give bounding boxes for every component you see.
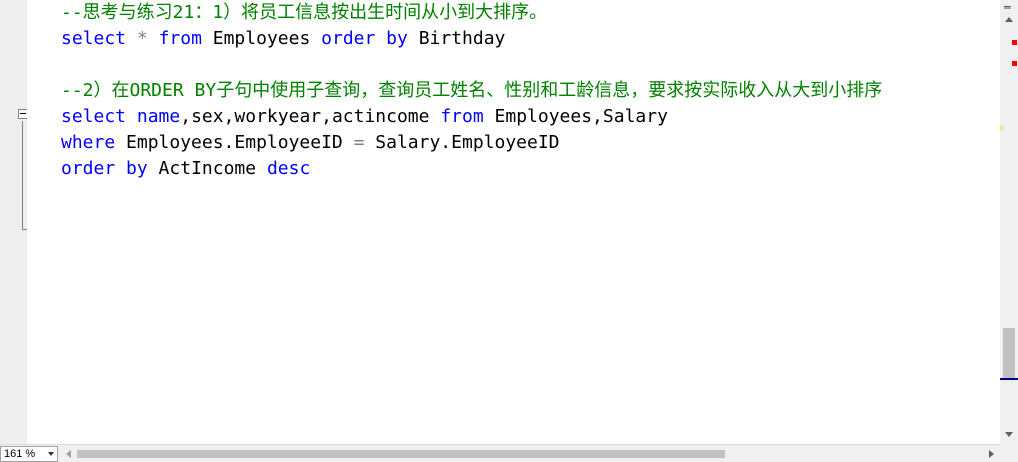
horizontal-scroll-thumb[interactable] [77,450,725,458]
text-token: Salary.EmployeeID [364,132,560,153]
keyword-token: select [61,106,127,127]
keyword-token: name [136,106,181,127]
keyword-token: by [126,158,148,179]
keyword-token: order [321,28,376,49]
text-token: Employees.EmployeeID [115,132,354,153]
operator-token: = [353,132,365,153]
scroll-up-icon[interactable] [1005,17,1013,22]
code-line[interactable]: order by ActIncome desc [61,156,310,182]
scrollbar-corner [1000,444,1018,462]
scroll-down-icon[interactable] [1005,432,1013,437]
code-line[interactable]: select name,sex,workyear,actincome from … [61,104,668,130]
scroll-left-icon[interactable] [66,450,71,458]
vertical-scroll-thumb[interactable] [1003,328,1015,378]
code-line[interactable]: where Employees.EmployeeID = Salary.Empl… [61,130,560,156]
error-marker[interactable] [1012,40,1017,45]
zoom-value: 161 % [4,448,36,460]
error-marker[interactable] [1012,61,1017,66]
text-token: ActIncome [147,158,267,179]
keyword-token: from [158,28,202,49]
change-marker [1000,126,1003,130]
keyword-token: where [61,132,116,153]
code-line[interactable]: --思考与练习21：1）将员工信息按出生时间从小到大排序。 [61,0,547,26]
code-line[interactable]: --2）在ORDER BY子句中使用子查询，查询员工姓名、性别和工龄信息，要求按… [61,78,882,104]
keyword-token: order [61,158,116,179]
sql-editor[interactable]: --思考与练习21：1）将员工信息按出生时间从小到大排序。 select * fr… [27,0,1000,444]
comment-token: --思考与练习21：1）将员工信息按出生时间从小到大排序。 [61,2,548,23]
code-line[interactable]: select * from Employees order by Birthda… [61,26,505,52]
scroll-right-icon[interactable] [989,450,994,458]
caret-position-marker [1000,378,1018,380]
fold-region-line [22,121,23,229]
horizontal-scrollbar[interactable] [60,446,1000,462]
text-token: ,sex,workyear,actincome [180,106,441,127]
keyword-token: by [386,28,408,49]
keyword-token: select [61,28,127,49]
comment-token: --2）在ORDER BY子句中使用子查询，查询员工姓名、性别和工龄信息，要求按… [61,80,883,101]
status-bar: 161 % [0,444,1018,462]
text-token: Birthday [407,28,506,49]
editor-gutter [0,0,30,444]
zoom-select[interactable]: 161 % [0,446,58,462]
dropdown-chevron-icon[interactable] [48,452,54,456]
text-token: Employees,Salary [483,106,668,127]
keyword-token: desc [266,158,311,179]
keyword-token: from [440,106,484,127]
text-token: Employees [201,28,322,49]
operator-token: * [136,28,148,49]
split-window-icon[interactable]: ═ [1004,2,1011,13]
